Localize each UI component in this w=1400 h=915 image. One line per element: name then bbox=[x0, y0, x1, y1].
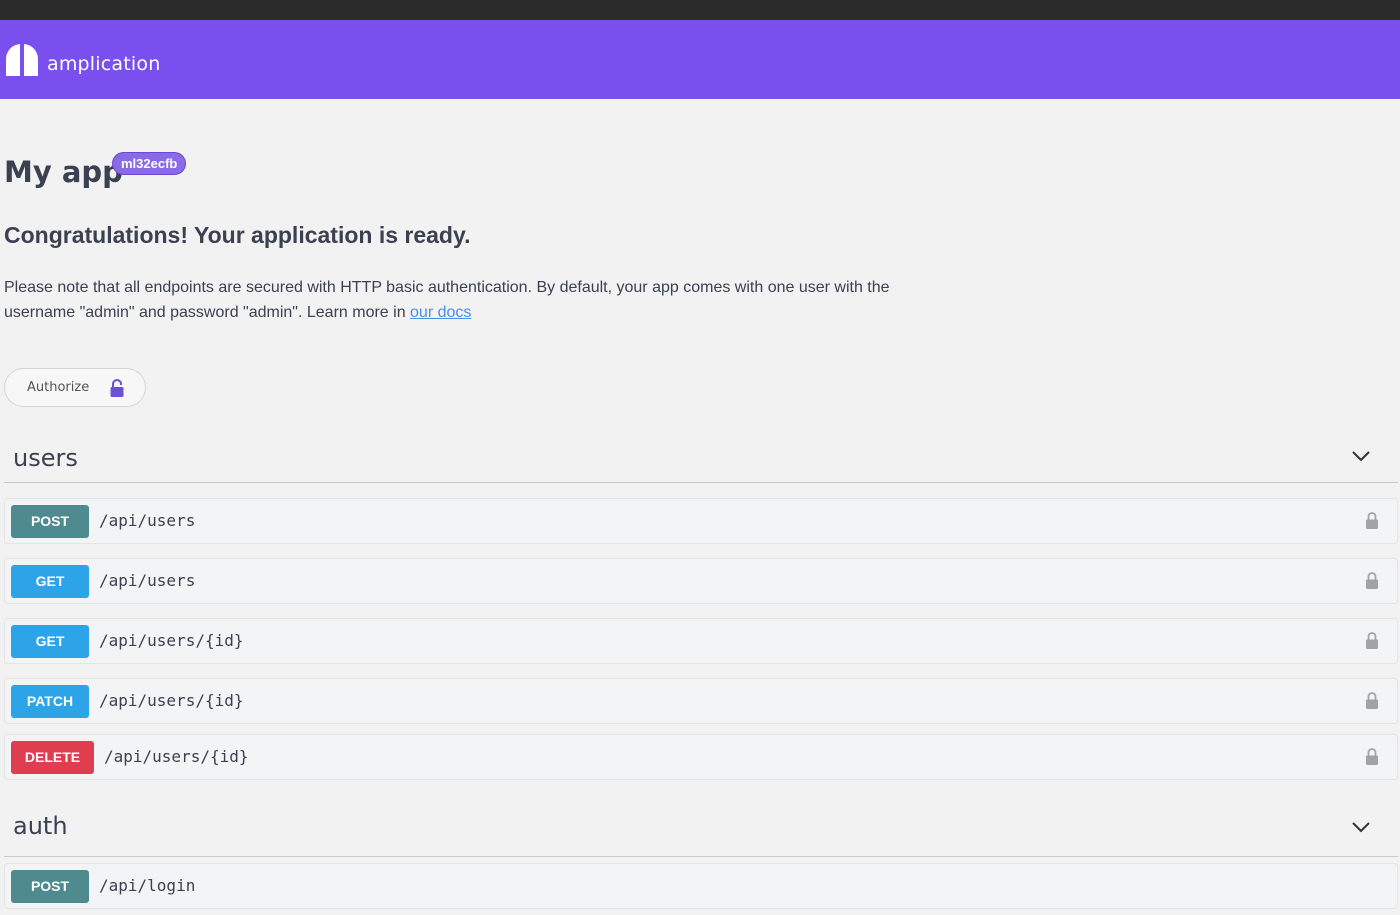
congrats-heading: Congratulations! Your application is rea… bbox=[4, 222, 471, 248]
version-badge: ml32ecfb bbox=[112, 152, 187, 175]
method-badge: GET bbox=[11, 565, 89, 598]
operation-row[interactable]: POST /api/login bbox=[4, 863, 1398, 909]
operation-row[interactable]: GET /api/users/{id} bbox=[4, 618, 1398, 664]
lock-icon[interactable] bbox=[1365, 747, 1379, 766]
method-badge: POST bbox=[11, 505, 89, 538]
lock-icon[interactable] bbox=[1365, 571, 1379, 590]
lock-icon[interactable] bbox=[1365, 631, 1379, 650]
operation-path: /api/users/{id} bbox=[99, 691, 244, 710]
lock-icon[interactable] bbox=[1365, 691, 1379, 710]
operation-row[interactable]: GET /api/users bbox=[4, 558, 1398, 604]
brand-name: amplication bbox=[47, 53, 161, 75]
amplication-logo-icon bbox=[5, 44, 39, 76]
description-text: Please note that all endpoints are secur… bbox=[4, 275, 964, 325]
operation-row[interactable]: PATCH /api/users/{id} bbox=[4, 678, 1398, 724]
operation-path: /api/users bbox=[99, 571, 196, 590]
method-badge: DELETE bbox=[11, 741, 94, 774]
page-title: My app bbox=[4, 155, 123, 189]
method-badge: POST bbox=[11, 870, 89, 903]
section-header-users[interactable]: users bbox=[4, 437, 1398, 483]
section-title: users bbox=[13, 444, 78, 472]
topbar: amplication bbox=[0, 20, 1400, 99]
operation-row[interactable]: POST /api/users bbox=[4, 498, 1398, 544]
lock-icon bbox=[110, 379, 124, 397]
operation-path: /api/users/{id} bbox=[99, 631, 244, 650]
method-badge: GET bbox=[11, 625, 89, 658]
window-top-bar bbox=[0, 0, 1400, 20]
chevron-down-icon[interactable] bbox=[1351, 449, 1371, 463]
chevron-down-icon[interactable] bbox=[1351, 820, 1371, 834]
operation-path: /api/users/{id} bbox=[104, 747, 249, 766]
operation-path: /api/login bbox=[99, 876, 196, 895]
authorize-button[interactable]: Authorize bbox=[4, 368, 146, 407]
authorize-label: Authorize bbox=[27, 380, 90, 395]
operation-path: /api/users bbox=[99, 511, 196, 530]
docs-link[interactable]: our docs bbox=[410, 304, 471, 321]
operation-row[interactable]: DELETE /api/users/{id} bbox=[4, 734, 1398, 780]
lock-icon[interactable] bbox=[1365, 511, 1379, 530]
section-header-auth[interactable]: auth bbox=[4, 805, 1398, 857]
method-badge: PATCH bbox=[11, 685, 89, 718]
section-title: auth bbox=[13, 812, 68, 840]
